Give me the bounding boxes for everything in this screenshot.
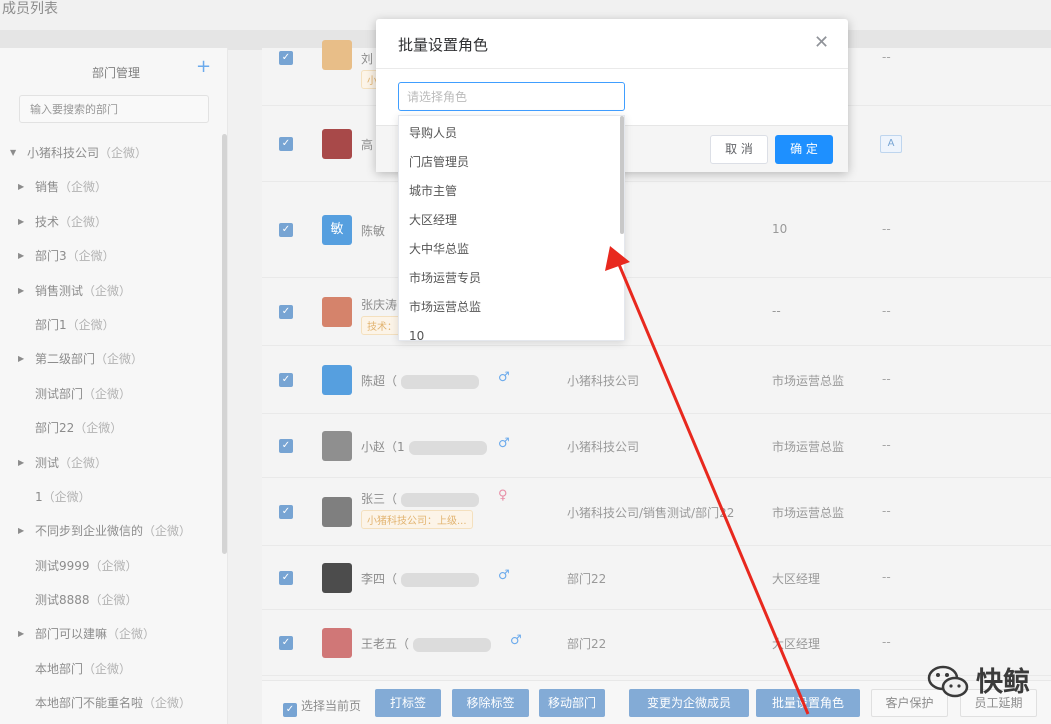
wechat-icon: [927, 665, 969, 698]
role-option[interactable]: 大中华总监: [399, 235, 619, 264]
role-option[interactable]: 导购人员: [399, 119, 619, 148]
dialog-title: 批量设置角色: [398, 36, 489, 54]
role-option-list: 导购人员 门店管理员 城市主管 大区经理 大中华总监 市场运营专员 市场运营总监 10: [399, 119, 619, 340]
role-option[interactable]: 门店管理员: [399, 148, 619, 177]
role-option[interactable]: 10: [399, 322, 619, 340]
confirm-button[interactable]: 确 定: [775, 135, 833, 164]
role-option[interactable]: 城市主管: [399, 177, 619, 206]
watermark-text: 快鲸: [976, 667, 1030, 698]
role-option[interactable]: 市场运营总监: [399, 293, 619, 322]
cancel-button[interactable]: 取 消: [710, 135, 768, 164]
role-option[interactable]: 大区经理: [399, 206, 619, 235]
dialog-header: 批量设置角色 ✕: [376, 19, 848, 69]
role-option[interactable]: 市场运营专员: [399, 264, 619, 293]
role-select-input[interactable]: [398, 82, 625, 111]
role-dropdown: 导购人员 门店管理员 城市主管 大区经理 大中华总监 市场运营专员 市场运营总监 10: [398, 115, 625, 341]
watermark: 快鲸: [926, 658, 1046, 704]
close-icon[interactable]: ✕: [814, 32, 829, 53]
dropdown-scrollbar[interactable]: [620, 116, 624, 234]
